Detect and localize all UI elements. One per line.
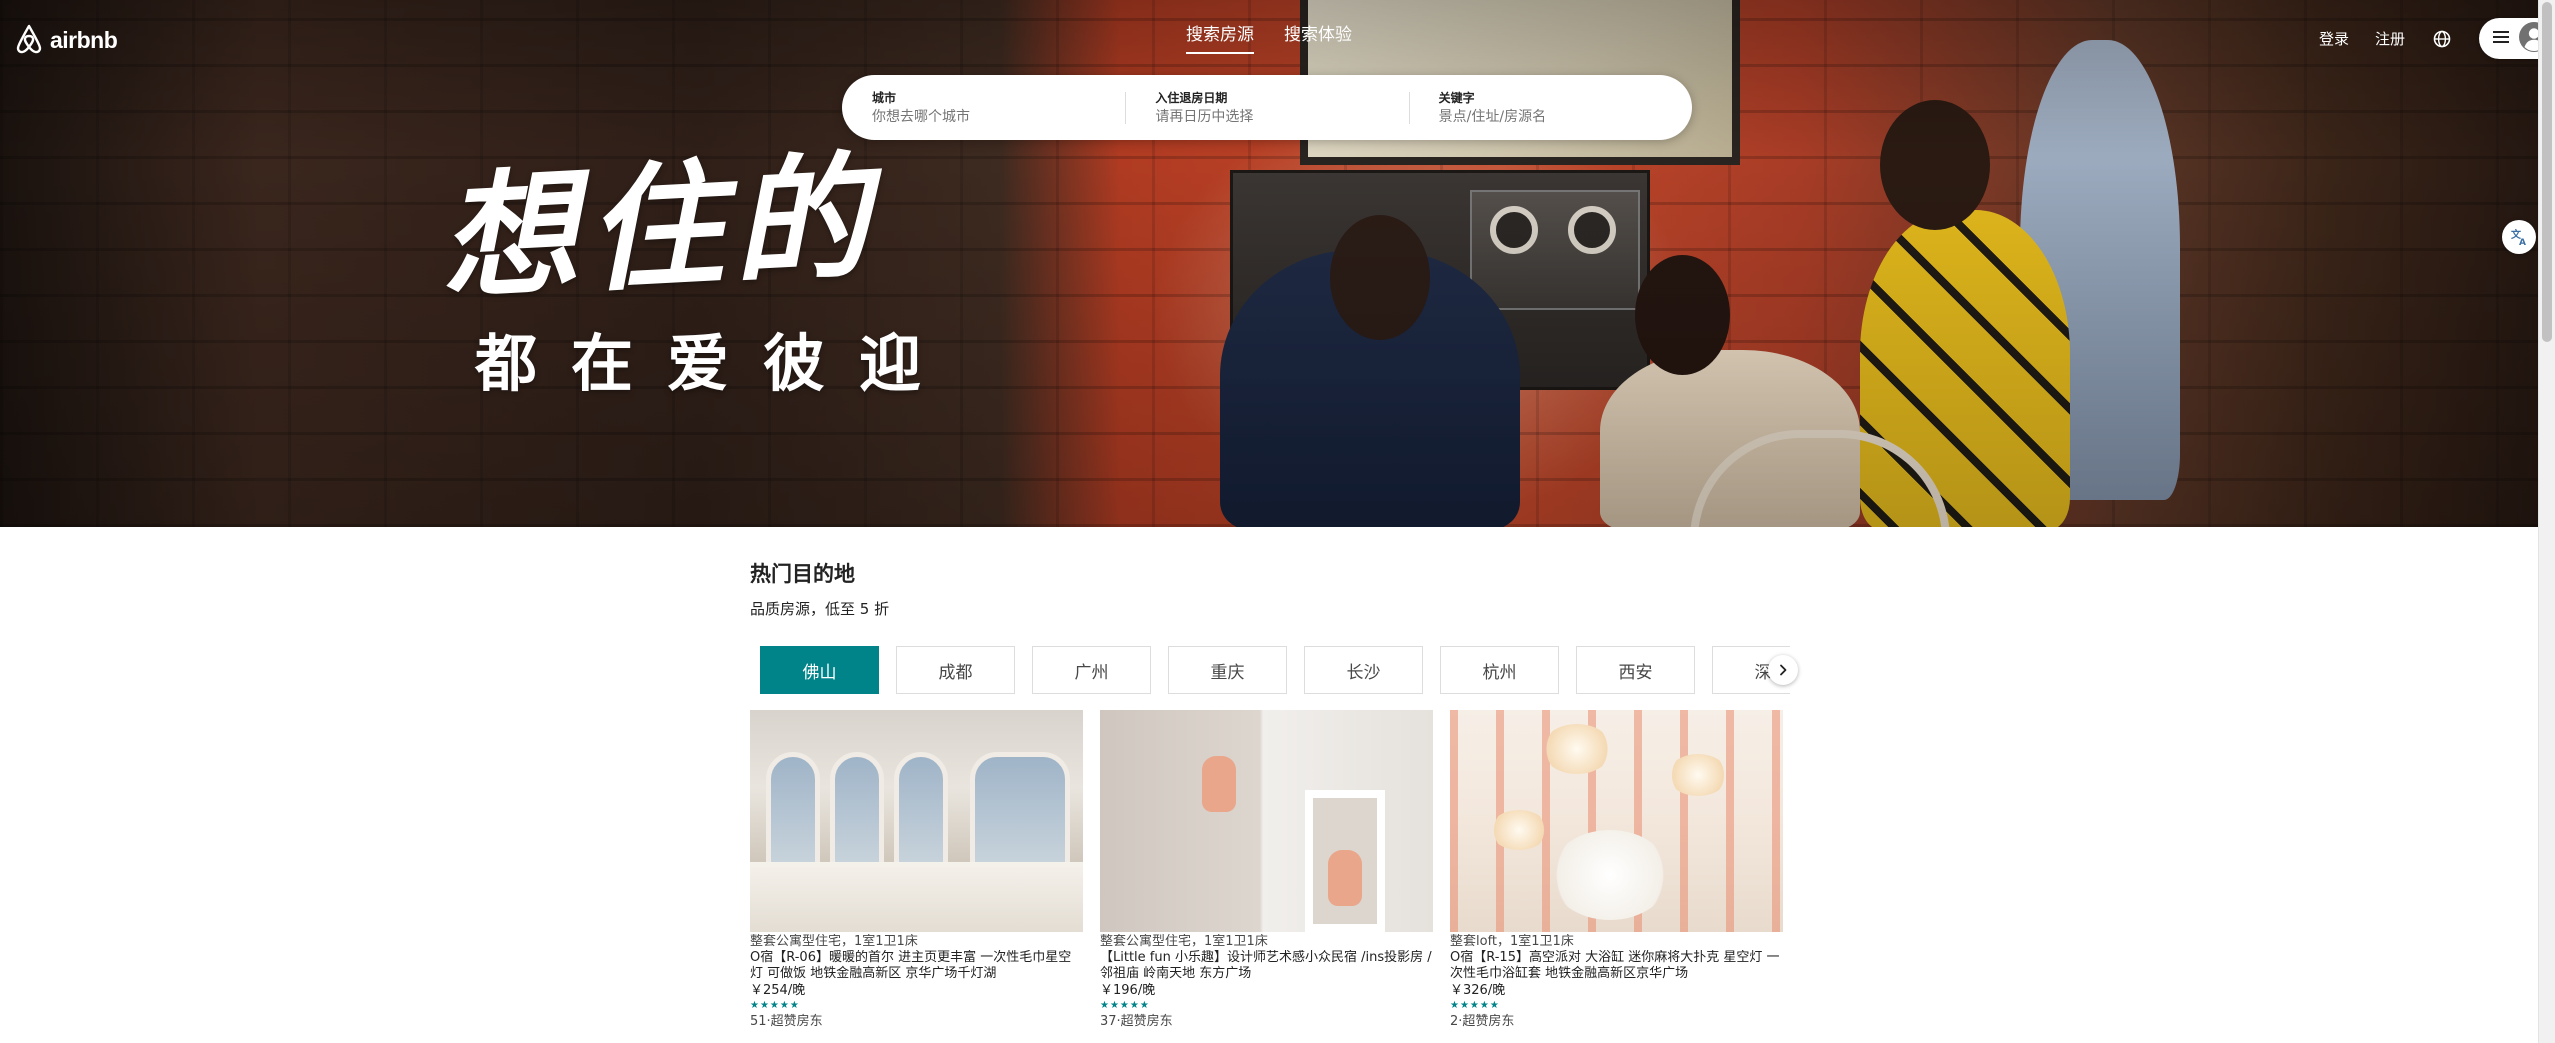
photo-cloud-lamp (1668, 754, 1728, 796)
listing-photo[interactable] (750, 710, 1083, 932)
city-tab-foshan[interactable]: 佛山 (760, 646, 879, 694)
photo-window (894, 752, 948, 872)
listing-title[interactable]: O宿【R-15】高空派对 大浴缸 迷你麻将大扑克 星空灯 一次性毛巾浴缸套 地铁… (1450, 950, 1783, 982)
listing-reviews: 51·超赞房东 (750, 1014, 823, 1029)
city-tab-chongqing[interactable]: 重庆 (1168, 646, 1287, 694)
listing-reviews: 2·超赞房东 (1450, 1014, 1515, 1029)
city-tab-xian[interactable]: 西安 (1576, 646, 1695, 694)
globe-icon[interactable] (2431, 28, 2453, 50)
city-tabs: 佛山 成都 广州 重庆 长沙 杭州 西安 深圳 (760, 646, 1790, 694)
dates-input[interactable] (1155, 107, 1396, 127)
photo-window (766, 752, 820, 872)
photo-window (830, 752, 884, 872)
airbnb-logo[interactable]: airbnb (14, 22, 118, 58)
city-tab-track: 佛山 成都 广州 重庆 长沙 杭州 西安 深圳 (760, 646, 1790, 694)
photo-bed (750, 862, 1083, 932)
listing-card[interactable]: 整套公寓型住宅，1室1卫1床 O宿【R-06】暖暖的首尔 进主页更丰富 一次性毛… (750, 710, 1083, 1031)
photo-window (970, 752, 1070, 872)
star-rating-icon: ★★★★★ (1100, 1000, 1150, 1011)
tab-search-experiences[interactable]: 搜索体验 (1284, 20, 1352, 54)
login-link[interactable]: 登录 (2319, 28, 2349, 49)
search-bar: 城市 入住退房日期 关键字 (842, 75, 1692, 140)
star-rating-icon: ★★★★★ (1450, 1000, 1500, 1011)
photo-cloud-lamp (1490, 810, 1548, 850)
photo-hand-decor (1202, 756, 1236, 812)
star-rating-icon: ★★★★★ (750, 1000, 800, 1011)
listing-photo[interactable] (1100, 710, 1433, 932)
search-field-label: 关键字 (1438, 91, 1475, 105)
svg-text:A: A (2519, 238, 2526, 246)
logo-text: airbnb (50, 26, 118, 53)
listing-reviews: 37·超赞房东 (1100, 1014, 1173, 1029)
city-tab-changsha[interactable]: 长沙 (1304, 646, 1423, 694)
listing-type: 整套公寓型住宅，1室1卫1床 (750, 934, 918, 949)
search-field-city[interactable]: 城市 (842, 75, 1125, 140)
city-tab-chengdu[interactable]: 成都 (896, 646, 1015, 694)
listing-photo[interactable] (1450, 710, 1783, 932)
hero-title: 想住的 (436, 136, 883, 320)
listing-price: ￥326/晚 (1450, 983, 1506, 998)
listing-title[interactable]: O宿【R-06】暖暖的首尔 进主页更丰富 一次性毛巾星空灯 可做饭 地铁金融高新… (750, 950, 1083, 982)
chevron-right-icon[interactable] (1768, 655, 1798, 685)
photo-hand-decor (1328, 850, 1362, 906)
listing-type: 整套公寓型住宅，1室1卫1床 (1100, 934, 1268, 949)
listing-grid: 整套公寓型住宅，1室1卫1床 O宿【R-06】暖暖的首尔 进主页更丰富 一次性毛… (750, 710, 1783, 1031)
search-field-label: 城市 (872, 91, 897, 105)
tab-search-homes[interactable]: 搜索房源 (1186, 20, 1254, 54)
city-tab-guangzhou[interactable]: 广州 (1032, 646, 1151, 694)
listing-card[interactable]: 整套公寓型住宅，1室1卫1床 【Little fun 小乐趣】设计师艺术感小众民… (1100, 710, 1433, 1031)
listing-card[interactable]: 整套loft，1室1卫1床 O宿【R-15】高空派对 大浴缸 迷你麻将大扑克 星… (1450, 710, 1783, 1031)
city-tab-hangzhou[interactable]: 杭州 (1440, 646, 1559, 694)
search-mode-tabs: 搜索房源 搜索体验 (1186, 20, 1352, 54)
airbnb-logo-icon (14, 22, 44, 58)
search-field-keyword[interactable]: 关键字 (1408, 75, 1692, 140)
listing-type: 整套loft，1室1卫1床 (1450, 934, 1574, 949)
photo-cloud-lamp (1542, 724, 1612, 774)
listing-price: ￥196/晚 (1100, 983, 1156, 998)
register-link[interactable]: 注册 (2375, 28, 2405, 49)
photo-ball-pit (1550, 830, 1670, 920)
translate-icon[interactable]: 文 A (2502, 220, 2536, 254)
hamburger-menu-icon (2493, 29, 2509, 48)
search-field-label: 入住退房日期 (1155, 91, 1228, 105)
page-scrollbar[interactable] (2538, 0, 2555, 1043)
scrollbar-thumb[interactable] (2542, 2, 2552, 342)
listing-title[interactable]: 【Little fun 小乐趣】设计师艺术感小众民宿 /ins投影房 /邻祖庙 … (1100, 950, 1433, 982)
section-subtitle: 品质房源，低至 5 折 (750, 600, 890, 618)
city-input[interactable] (872, 107, 1112, 127)
header-actions: 登录 注册 (2319, 18, 2555, 59)
keyword-input[interactable] (1438, 107, 1679, 127)
section-title: 热门目的地 (750, 562, 855, 586)
search-field-dates[interactable]: 入住退房日期 (1125, 75, 1408, 140)
listing-price: ￥254/晚 (750, 983, 806, 998)
hero-subtitle: 都在爱彼迎 (475, 327, 956, 400)
